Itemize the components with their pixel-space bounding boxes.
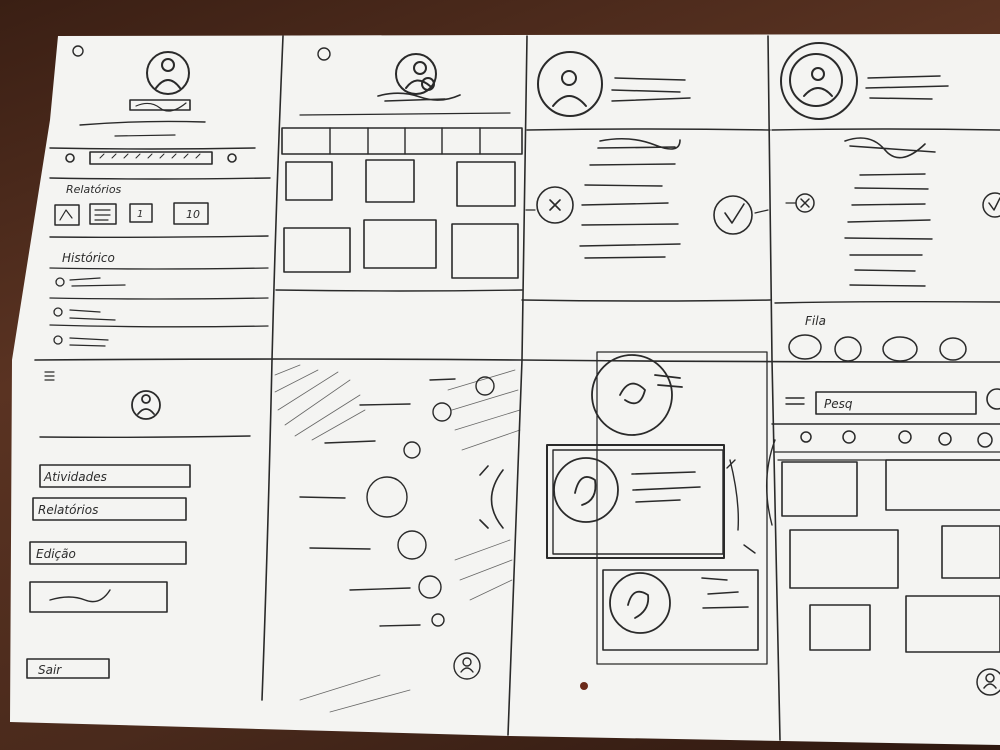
queue-section-label: Fila (805, 314, 826, 328)
wireframe-sketch-sheet: Relatórios 1 10 Histórico Fila Atividade… (10, 34, 1000, 745)
paper-sheet (10, 34, 1000, 745)
report-chip-ten-label: 10 (186, 208, 200, 221)
ink-dot (580, 682, 588, 690)
report-chip-one-label: 1 (137, 209, 143, 220)
reports-section-label: Relatórios (66, 183, 122, 196)
history-section-label: Histórico (62, 251, 115, 265)
exit-button-label: Sair (38, 663, 62, 677)
menu-item-edit-label: Edição (36, 547, 76, 561)
menu-item-activities-label: Atividades (43, 470, 107, 484)
menu-item-reports-label: Relatórios (38, 503, 98, 517)
search-input-value: Pesq (824, 397, 853, 411)
